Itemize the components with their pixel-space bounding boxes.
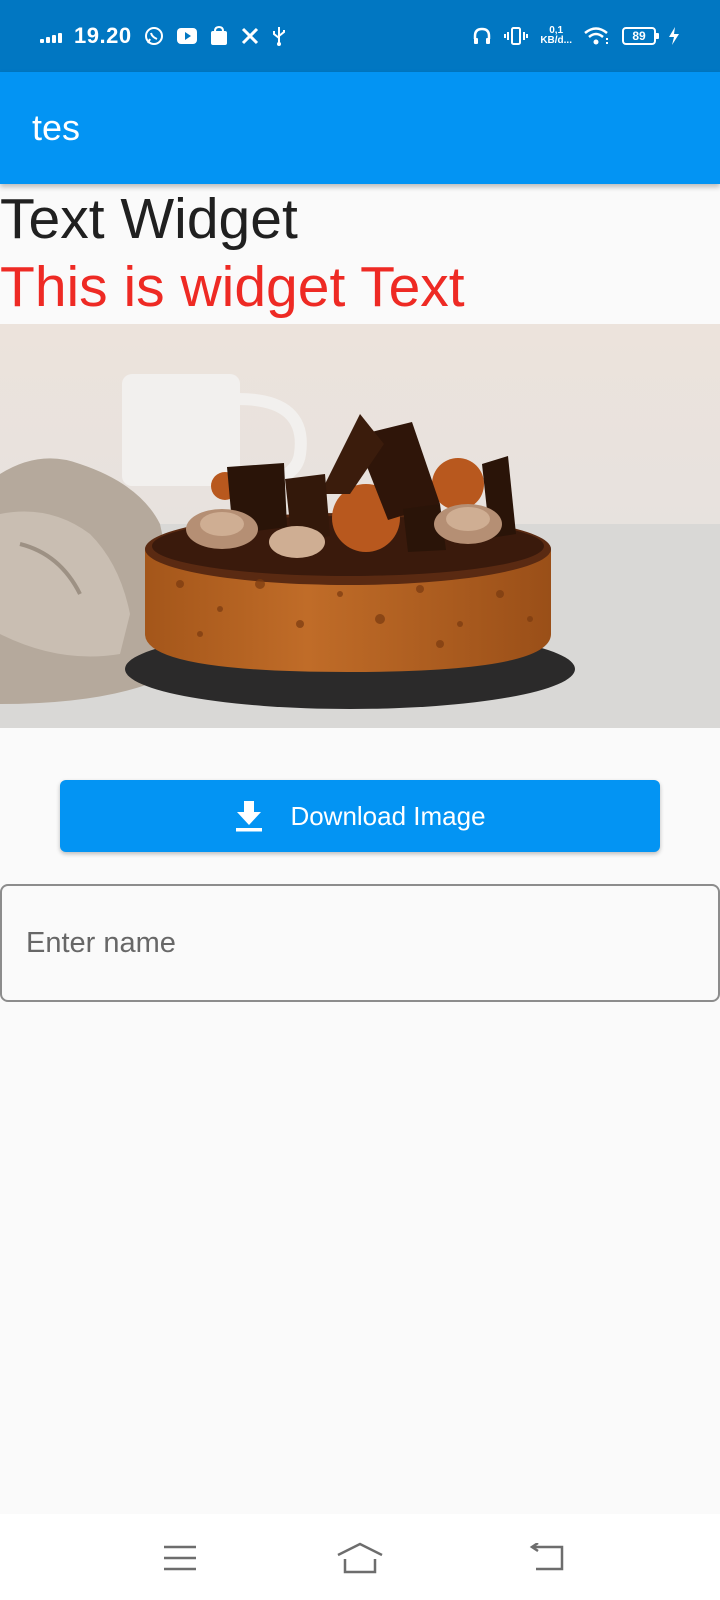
- battery-icon: 89: [622, 27, 659, 45]
- network-speed-unit: KB/d...: [540, 35, 572, 46]
- back-icon[interactable]: [518, 1530, 578, 1586]
- charging-icon: [668, 26, 680, 46]
- tools-icon: [240, 26, 260, 46]
- youtube-icon: [176, 27, 198, 45]
- shopping-bag-icon: [210, 26, 228, 46]
- status-time: 19.20: [74, 23, 132, 48]
- headphones-icon: [472, 26, 492, 46]
- status-bar-right: 0,1 KB/d... 89: [472, 26, 680, 46]
- page-heading: Text Widget: [0, 187, 298, 251]
- download-image-label: Download Image: [290, 800, 486, 831]
- download-icon: [234, 799, 264, 833]
- whatsapp-icon: [144, 26, 164, 46]
- page-subheading: This is widget Text: [0, 255, 465, 319]
- menu-icon[interactable]: [150, 1530, 210, 1586]
- name-input[interactable]: [0, 884, 720, 1002]
- app-title: tes: [32, 107, 81, 148]
- system-nav-bar: [0, 1514, 720, 1600]
- app-bar: tes: [0, 72, 720, 184]
- usb-icon: [272, 26, 286, 46]
- signal-icon: [40, 29, 62, 43]
- status-bar: 19.20 0,1 KB/d... 89: [0, 0, 720, 72]
- chocolate-cake-image: [0, 324, 720, 728]
- wifi-icon: [584, 26, 610, 46]
- status-bar-left: 19.20: [40, 23, 286, 49]
- network-speed: 0,1 KB/d...: [540, 26, 572, 46]
- battery-level: 89: [632, 29, 646, 43]
- download-image-button[interactable]: Download Image: [60, 780, 660, 852]
- home-icon[interactable]: [330, 1530, 390, 1586]
- vibrate-icon: [504, 26, 529, 46]
